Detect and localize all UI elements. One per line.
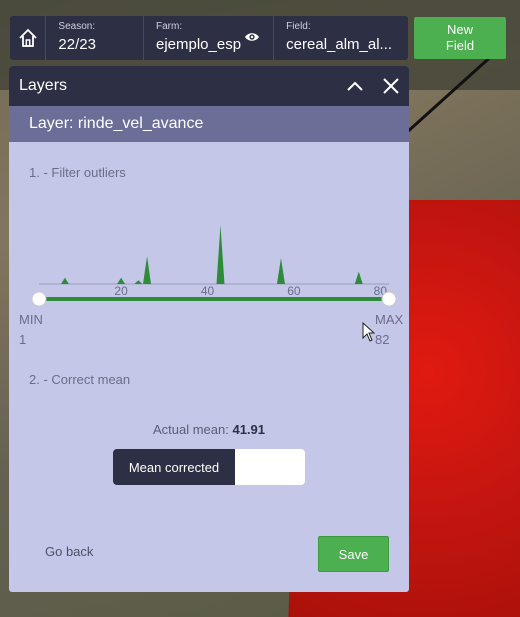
histogram-tick-label: 60: [287, 284, 301, 298]
filter-outliers-title: 1. - Filter outliers: [29, 165, 126, 180]
new-field-label-line1: New: [446, 22, 473, 37]
range-slider-min-handle[interactable]: [31, 291, 47, 307]
mean-corrected-switch[interactable]: [235, 449, 305, 485]
actual-mean-value: 41.91: [232, 422, 266, 437]
chevron-up-icon: [347, 81, 363, 91]
mean-corrected-toggle[interactable]: Mean corrected: [113, 449, 305, 485]
eye-icon[interactable]: [244, 31, 260, 43]
mean-corrected-label: Mean corrected: [113, 449, 235, 485]
collapse-button[interactable]: [337, 66, 373, 106]
histogram-peak: [276, 257, 285, 284]
actual-mean-text: Actual mean: 41.91: [9, 422, 409, 437]
histogram-peak: [134, 280, 143, 284]
mouse-cursor-icon: [362, 322, 376, 342]
season-label: Season:: [58, 21, 96, 32]
season-value: 22/23: [58, 36, 96, 53]
histogram-tick-label: 40: [201, 284, 215, 298]
close-icon: [383, 78, 399, 94]
min-value: 1: [19, 332, 27, 347]
close-button[interactable]: [373, 66, 409, 106]
max-value: 82: [375, 332, 390, 347]
histogram-peak: [216, 225, 225, 284]
field-value: cereal_alm_al...: [286, 36, 393, 53]
field-label: Field:: [286, 21, 311, 32]
layer-name-bar: Layer: rinde_vel_avance: [9, 106, 409, 142]
new-field-button[interactable]: New Field: [414, 17, 506, 59]
max-label: MAX: [375, 312, 404, 327]
layers-panel: Layers Layer: rinde_vel_avance 1. - Filt…: [9, 66, 409, 592]
home-icon: [19, 28, 37, 47]
panel-title: Layers: [19, 77, 68, 94]
season-selector[interactable]: Season: 22/23: [46, 16, 144, 60]
new-field-label-line2: Field: [445, 38, 475, 53]
field-selector[interactable]: Field: cereal_alm_al...: [274, 16, 408, 60]
histogram-tick-label: 20: [114, 284, 128, 298]
histogram-peak: [60, 277, 69, 284]
histogram-peak: [143, 256, 152, 284]
save-button[interactable]: Save: [318, 536, 389, 572]
histogram-peak: [354, 271, 363, 284]
home-button[interactable]: [10, 16, 47, 60]
layer-name: Layer: rinde_vel_avance: [29, 115, 204, 132]
go-back-button[interactable]: Go back: [45, 544, 93, 559]
layers-panel-header: Layers: [9, 66, 409, 106]
farm-selector[interactable]: Farm: ejemplo_esp: [144, 16, 275, 60]
outlier-histogram-chart: 20 40 60 80: [31, 225, 397, 307]
actual-mean-label: Actual mean:: [152, 422, 229, 437]
correct-mean-title: 2. - Correct mean: [29, 372, 131, 387]
min-label: MIN: [19, 312, 43, 327]
range-slider-max-handle[interactable]: [381, 291, 397, 307]
top-navigation-bar: Season: 22/23 Farm: ejemplo_esp Field: c…: [10, 16, 408, 60]
